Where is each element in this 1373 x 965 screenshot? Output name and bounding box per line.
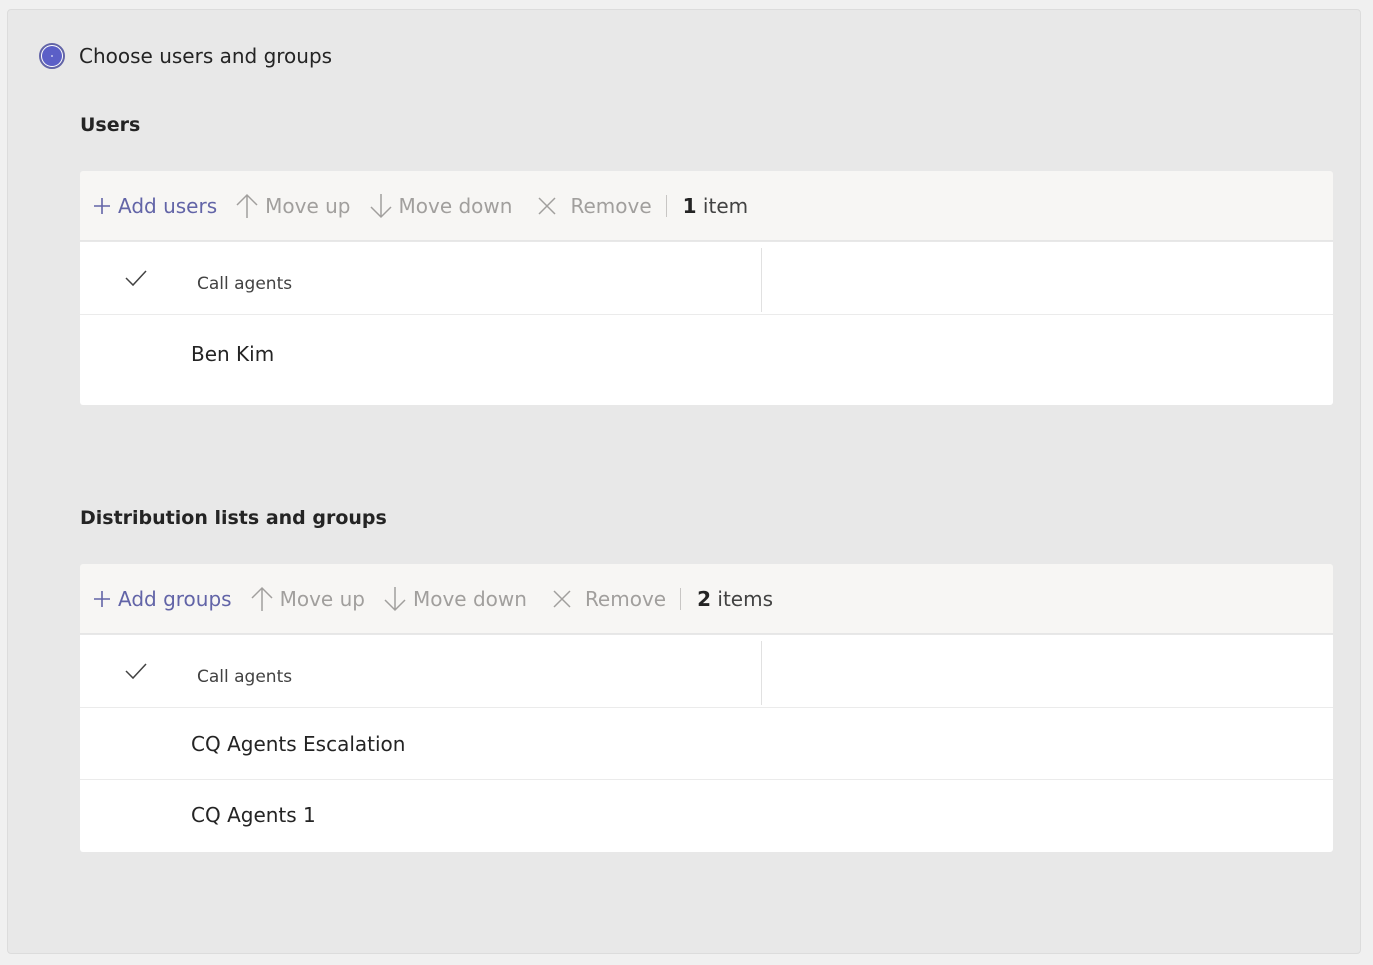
table-row[interactable]: CQ Agents Escalation: [80, 708, 1333, 780]
user-name-cell: Ben Kim: [191, 342, 275, 366]
radio-dot: [42, 46, 62, 66]
call-agents-panel: Choose users and groups Users Add users …: [7, 9, 1361, 954]
column-separator[interactable]: [761, 248, 762, 312]
groups-remove-label: Remove: [584, 586, 667, 611]
users-move-up-label: Move up: [265, 193, 351, 218]
groups-move-down-label: Move down: [412, 586, 527, 611]
users-section-title: Users: [80, 114, 141, 136]
toolbar-divider: [665, 194, 667, 217]
checkmark-icon[interactable]: [124, 661, 148, 685]
users-item-count: 1 item: [683, 194, 748, 218]
column-separator[interactable]: [761, 641, 762, 705]
groups-table: Call agents CQ Agents Escalation CQ Agen…: [80, 635, 1333, 852]
toolbar-divider: [680, 587, 682, 610]
users-table-header: Call agents: [80, 242, 1333, 315]
groups-table-header: Call agents: [80, 635, 1333, 708]
users-count-number: 1: [682, 193, 697, 218]
groups-remove-button[interactable]: Remove: [551, 587, 666, 611]
users-move-up-button[interactable]: Move up: [235, 193, 351, 219]
users-remove-button[interactable]: Remove: [536, 193, 652, 218]
users-remove-label: Remove: [570, 193, 652, 218]
group-name-cell: CQ Agents 1: [191, 803, 316, 827]
arrow-up-icon: [251, 586, 273, 611]
groups-move-up-label: Move up: [279, 586, 365, 611]
add-groups-button[interactable]: Add groups: [92, 587, 232, 611]
groups-column-header[interactable]: Call agents: [197, 667, 292, 687]
users-count-unit: item: [702, 193, 749, 218]
arrow-up-icon: [236, 193, 258, 218]
radio-selected-icon[interactable]: [39, 43, 65, 69]
arrow-down-icon: [384, 586, 406, 611]
plus-icon: [94, 590, 110, 607]
add-users-button[interactable]: Add users: [92, 194, 217, 218]
users-toolbar: Add users Move up Move down Remove 1 ite…: [80, 171, 1333, 241]
groups-item-count: 2 items: [697, 587, 773, 611]
groups-section-title: Distribution lists and groups: [80, 507, 387, 529]
users-column-header[interactable]: Call agents: [197, 274, 292, 294]
group-name-cell: CQ Agents Escalation: [191, 732, 406, 756]
choose-users-groups-label: Choose users and groups: [79, 44, 333, 68]
groups-move-up-button[interactable]: Move up: [250, 586, 365, 612]
groups-count-unit: items: [717, 586, 773, 611]
add-groups-label: Add groups: [118, 586, 232, 611]
table-row[interactable]: Ben Kim: [80, 315, 1333, 405]
checkmark-icon[interactable]: [124, 268, 148, 292]
groups-toolbar: Add groups Move up Move down Remove 2 it…: [80, 564, 1333, 634]
table-row[interactable]: CQ Agents 1: [80, 780, 1333, 852]
close-icon: [553, 589, 571, 608]
choose-users-groups-option[interactable]: Choose users and groups: [39, 43, 332, 69]
users-table: Call agents Ben Kim: [80, 242, 1333, 405]
arrow-down-icon: [369, 193, 392, 218]
users-move-down-label: Move down: [398, 193, 513, 218]
groups-move-down-button[interactable]: Move down: [383, 586, 527, 612]
users-move-down-button[interactable]: Move down: [369, 193, 513, 219]
plus-icon: [94, 197, 110, 214]
add-users-label: Add users: [118, 193, 218, 218]
close-icon: [538, 196, 556, 215]
groups-count-number: 2: [697, 586, 712, 611]
